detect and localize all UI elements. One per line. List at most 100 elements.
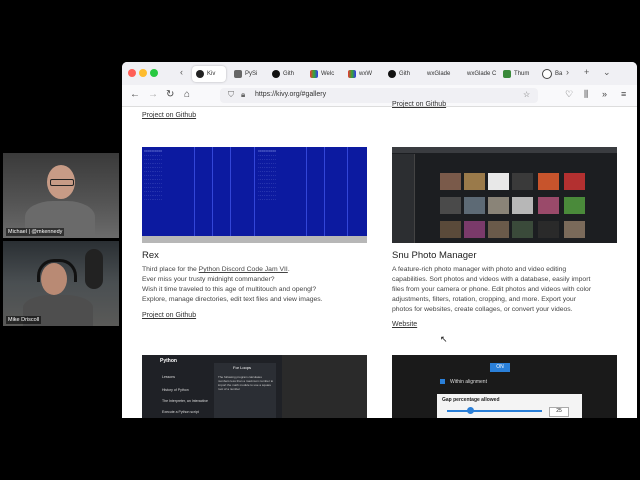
zoom-window-button[interactable] [150,69,158,77]
participant-name: Michael | @mkennedy [6,228,65,236]
browser-window: ‹ Kiv PySi Gith Welc wxW Gith wxGlade wx… [122,62,637,418]
photo-thumbnail [488,221,509,238]
project-github-link[interactable]: Project on Github [392,101,446,108]
desc-line: Explore, manage directories, edit text f… [142,296,323,303]
photo-thumbnail [440,173,461,190]
project-github-link[interactable]: Project on Github [142,112,196,119]
app-description-rex: Third place for the Python Discord Code … [142,265,377,305]
rex-screenshot[interactable]: ========== .......... .......... .......… [142,147,367,243]
tab-ba[interactable]: Ba [542,66,566,82]
kivy-favicon-icon [196,70,204,78]
photo-thumbnail [564,197,585,214]
tab-thumbnails[interactable]: Thum [503,66,539,82]
photo-thumbnail [538,221,559,238]
microphone-icon [85,249,103,289]
app-title-snu: Snu Photo Manager [392,250,477,261]
check-icon [440,379,445,384]
tab-welcome[interactable]: Welc [310,66,342,82]
new-tab-icon[interactable]: + [584,67,589,77]
column-divider [347,147,348,243]
desc-line: capabilities. Sort photos and videos wit… [392,276,591,283]
app-title-rex: Rex [142,250,159,261]
project-github-link[interactable]: Project on Github [142,312,196,319]
close-window-button[interactable] [128,69,136,77]
tab-wxglade-c[interactable]: wxGlade C [467,66,503,82]
tab-scroll-left-icon[interactable]: ‹ [180,67,183,77]
tab-label: wxGlade [427,71,451,77]
photo-thumbnail [464,173,485,190]
column-divider [194,147,195,243]
tab-scroll-right-icon[interactable]: › [566,67,569,77]
address-bar[interactable]: ⛉ 🔒︎ https://kivy.org/#gallery ☆ [220,88,538,103]
minimize-window-button[interactable] [139,69,147,77]
option-label: Within alignment [450,379,487,385]
tab-pysimplegui[interactable]: PySi [234,66,266,82]
document-icon [234,70,242,78]
photo-thumbnail [440,221,461,238]
photo-thumbnail [512,197,533,214]
menu-icon[interactable]: ≡ [621,89,626,99]
bookmark-star-icon[interactable]: ☆ [523,90,530,99]
panel-text: The following program calculates numbers… [218,375,274,391]
tab-label: PySi [245,71,258,77]
terminal-footer [142,236,367,243]
snu-photo-manager-screenshot[interactable] [392,147,617,243]
lesson-item: History of Python [162,388,189,392]
tab-github-2[interactable]: Gith [388,66,420,82]
lock-icon: 🔒︎ [241,90,246,99]
photo-thumbnail [538,197,559,214]
back-icon[interactable]: ← [130,89,140,100]
wx-icon [348,70,356,78]
website-link[interactable]: Website [392,321,417,328]
tab-wxwidgets[interactable]: wxW [348,66,380,82]
terminal-text: ========== .......... .......... .......… [144,149,163,201]
terminal-text: ========== .......... .......... .......… [258,149,277,201]
gap-slider [447,410,542,412]
participant-name: Mike Driscoll [6,316,42,324]
list-tabs-icon[interactable]: ⌄ [603,67,611,78]
column-divider [324,147,325,243]
sidebar [392,154,415,243]
photo-thumbnail [488,197,509,214]
home-icon[interactable]: ⌂ [184,89,190,100]
slider-value: 25 [549,407,569,417]
pocket-icon[interactable]: ♡ [565,89,573,100]
app-description-snu: A feature-rich photo manager with photo … [392,265,632,315]
mobile-app-screenshot[interactable]: ON Within alignment Gap percentage allow… [392,355,617,418]
navigation-bar: ← → ↻ ⌂ ⛉ 🔒︎ https://kivy.org/#gallery ☆… [122,85,637,107]
reload-icon[interactable]: ↻ [166,89,174,100]
lesson-item: The Interpreter, an Interactive [162,399,208,403]
tab-wxglade[interactable]: wxGlade [427,66,461,82]
column-divider [306,147,307,243]
toggle-on-button: ON [490,363,510,372]
mouse-cursor-icon: ↖ [440,334,448,344]
tab-github-1[interactable]: Gith [272,66,304,82]
desc-line: A feature-rich photo manager with photo … [392,266,567,273]
library-icon[interactable]: ⫼ [584,89,588,100]
lesson-item: Lessons [162,375,176,379]
python-app-screenshot[interactable]: Python Lessons History of Python The Int… [142,355,367,418]
tab-kivy[interactable]: Kiv [192,66,226,82]
slider-handle [467,407,474,414]
column-divider [212,147,213,243]
tab-label: Welc [321,71,335,77]
tab-label: Ba [555,71,563,77]
extensions-overflow-icon[interactable]: » [602,89,607,99]
plant-icon [503,70,511,78]
code-jam-link[interactable]: Python Discord Code Jam VII [199,266,288,273]
desc-line: Wish it time traveled to this age of mul… [142,286,317,293]
tab-label: Gith [283,71,295,77]
github-icon [272,70,280,78]
forward-icon[interactable]: → [148,89,158,100]
smiley-icon [542,69,552,79]
shield-icon: ⛉ [228,90,234,99]
photo-thumbnail [488,173,509,190]
lesson-item: Execute a Python script [162,410,199,414]
tab-label: Thum [514,71,530,77]
photo-thumbnail [464,221,485,238]
photo-thumbnail [512,173,533,190]
tab-label: Kiv [207,71,216,77]
panel-title: For Loops [233,365,252,370]
photo-thumbnail [538,173,559,190]
photo-thumbnail [440,197,461,214]
